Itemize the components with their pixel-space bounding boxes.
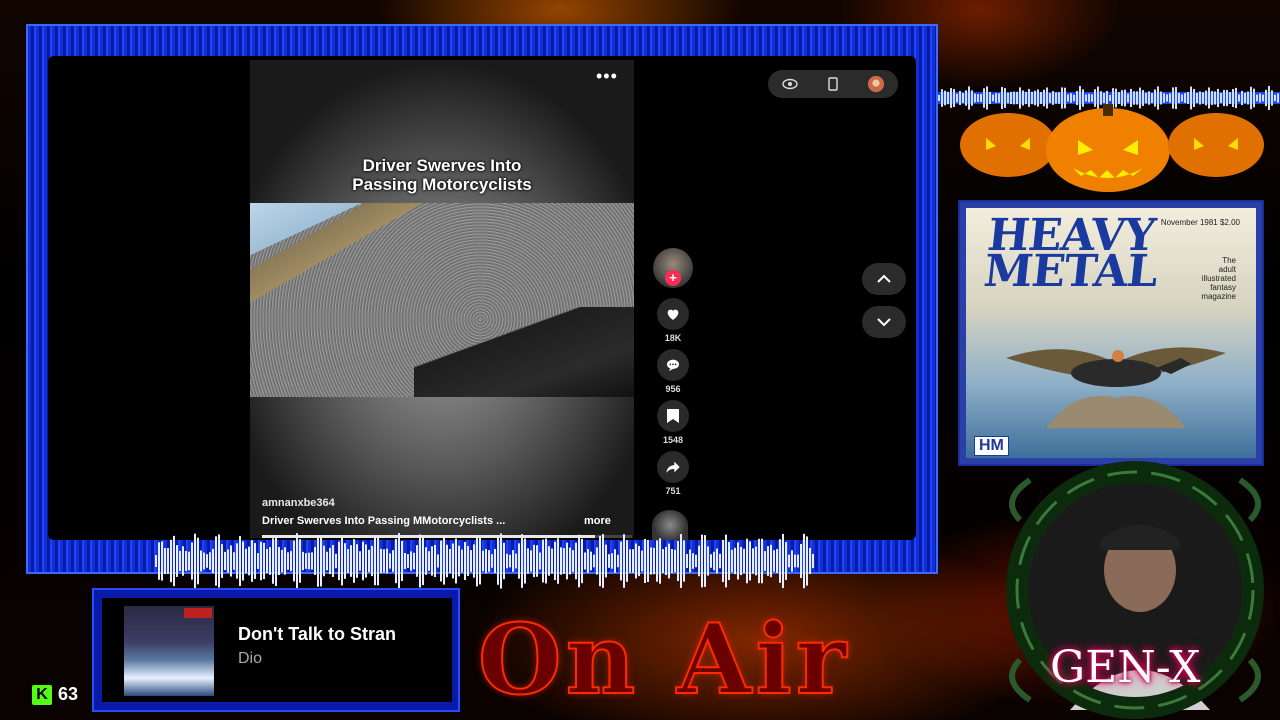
comic-artwork: HEAVY METAL November 1981 $2.00 The adul… [966,208,1256,458]
video-caption: Driver Swerves Into Passing MMotorcyclis… [262,515,506,527]
audio-waveform [155,533,814,589]
bookmark-count: 1548 [662,435,684,445]
now-playing-panel: Don't Talk to Stran Dio [102,598,452,702]
comic-subtitle-line: fantasy [1210,283,1236,292]
comic-subtitle-line: adult [1218,265,1236,274]
now-playing-widget: Don't Talk to Stran Dio [92,588,460,712]
viewer-count: 63 [58,684,79,704]
chevron-up-icon[interactable] [862,263,906,295]
on-air-sign: On Air [477,603,851,716]
comment-icon[interactable] [657,349,689,381]
track-artist: Dio [238,650,263,667]
like-action[interactable]: 18K [650,298,696,343]
album-art [124,606,214,696]
dragon-illustration [1006,347,1226,428]
comic-subtitle-line: magazine [1201,292,1236,301]
heart-icon[interactable] [657,298,689,330]
video-actions: + 18K 956 1548 751 [650,248,696,496]
eye-icon[interactable] [781,75,799,93]
gen-x-logo: GEN-X [1050,642,1201,693]
bookmark-action[interactable]: 1548 [650,400,696,445]
caption-more-link[interactable]: more [584,515,611,527]
share-action[interactable]: 751 [650,451,696,496]
comic-cover: HEAVY METAL November 1981 $2.00 The adul… [958,200,1264,466]
video-title-overlay: Driver Swerves Into Passing Motorcyclist… [250,156,634,194]
profile-avatar-icon[interactable] [867,75,885,93]
video-title-line-1: Driver Swerves Into [362,156,522,175]
comic-date: November 1981 $2.00 [1160,218,1240,227]
kick-logo-icon: K [32,684,52,705]
comic-subtitle: The adult illustrated fantasy magazine [1201,256,1236,301]
video-player[interactable]: Driver Swerves Into Passing Motorcyclist… [250,60,634,538]
top-controls [768,70,898,98]
share-count: 751 [665,486,681,496]
video-username[interactable]: amnanxbe364 [262,497,335,509]
comic-subtitle-line: The [1222,256,1236,265]
share-icon[interactable] [657,451,689,483]
track-title: Don't Talk to Stran [238,624,396,644]
motorcycle-image [414,307,634,397]
bookmark-icon[interactable] [657,400,689,432]
video-frame-image [250,203,634,397]
comic-logo-badge: HM [974,436,1009,456]
pumpkins-decoration [960,104,1264,192]
kick-viewer-count: K 63 [32,684,78,705]
like-count: 18K [664,333,682,343]
creator-avatar[interactable]: + [653,248,693,288]
comic-subtitle-line: illustrated [1201,274,1236,283]
follow-button[interactable]: + [665,270,681,286]
comment-action[interactable]: 956 [650,349,696,394]
device-icon[interactable] [824,75,842,93]
comment-count: 956 [665,384,681,394]
video-title-line-2: Passing Motorcyclists [352,175,532,194]
chevron-down-icon[interactable] [862,306,906,338]
more-options-icon[interactable]: ••• [596,66,618,87]
